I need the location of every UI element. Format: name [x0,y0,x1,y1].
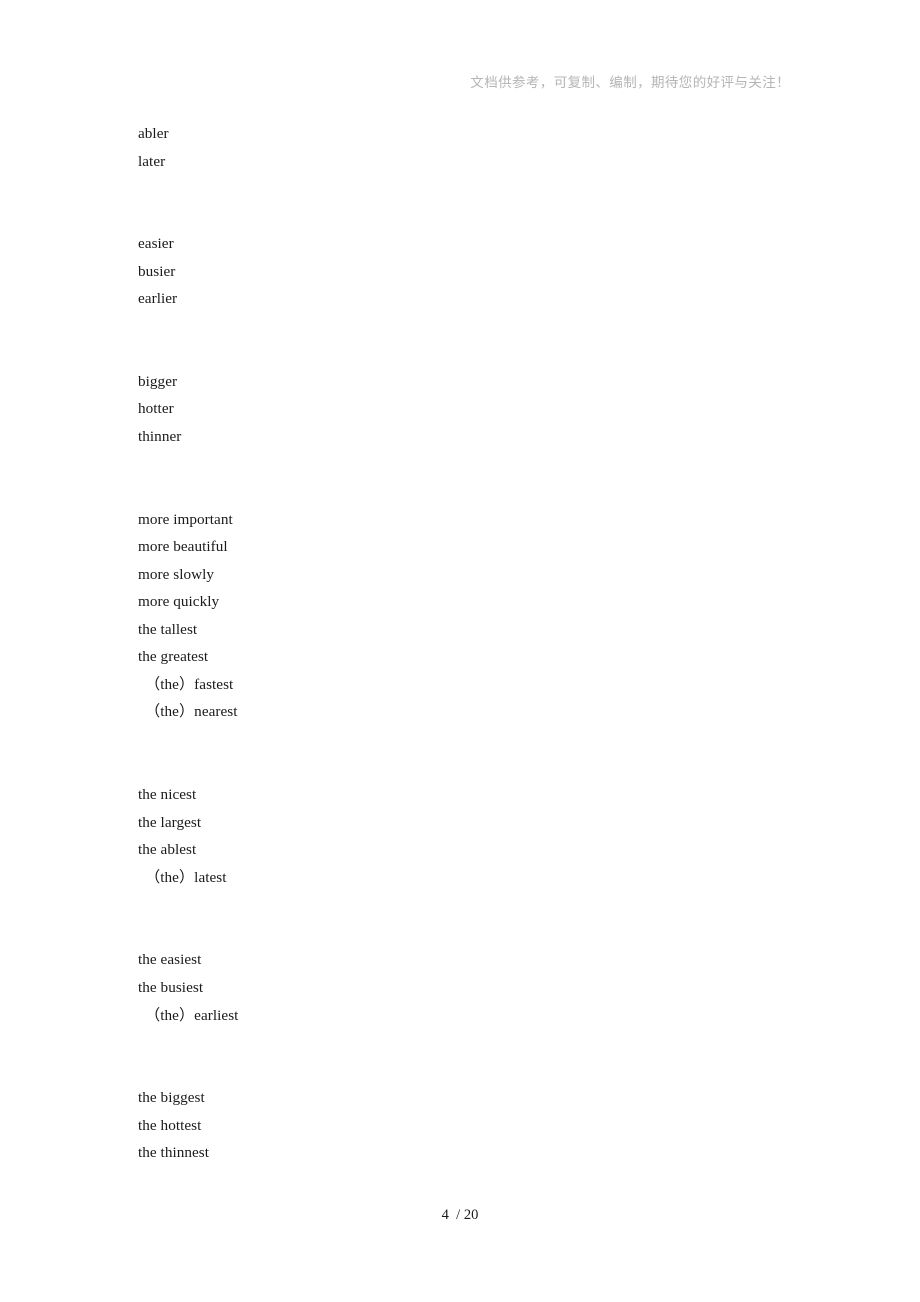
word-group: abler later [138,120,778,175]
document-page: 文档供参考，可复制、编制，期待您的好评与关注！ abler later easier… [0,0,920,1302]
page-number-footer: 4 / 20 [441,1207,479,1223]
text-line: easier [138,235,174,253]
text-line: more quickly [138,593,220,611]
text-line: the ablest [138,841,197,859]
text-line: thinner [138,428,182,446]
text-line: later [138,152,166,170]
text-line: the biggest [138,1089,205,1107]
text-line: the tallest [138,620,198,638]
word-group: bigger hotter thinner [138,368,778,451]
word-group: the biggest the hottest the thinnest [138,1084,778,1167]
text-line: more important [138,510,233,528]
text-line: the busiest [138,978,204,996]
document-header-watermark: 文档供参考，可复制、编制，期待您的好评与关注！ [470,75,790,90]
text-line: abler [138,125,169,142]
word-group: the nicest the largest the ablest （the）late… [138,781,778,891]
word-group: more important more beautiful more slowly m… [138,506,778,726]
text-line: more slowly [138,565,215,583]
text-line: the easiest [138,951,202,969]
text-line: hotter [138,400,174,418]
text-line: the largest [138,813,202,831]
text-line: busier [138,262,176,280]
word-group: easier busier earlier [138,230,778,313]
text-line: bigger [138,372,178,390]
document-body: abler later easier busier earlier bigger hotte… [138,120,778,1167]
text-line: earlier [138,290,178,308]
text-line: （the）nearest [145,703,238,721]
text-line: the thinnest [138,1144,210,1162]
text-line: （the）fastest [145,675,234,693]
word-group: the easiest the busiest （the）earliest [138,946,778,1029]
text-line: （the）earliest [145,1006,239,1024]
text-line: the nicest [138,786,197,804]
text-line: more beautiful [138,538,228,556]
text-line: the hottest [138,1116,202,1134]
text-line: the greatest [138,648,209,666]
text-line: （the）latest [145,868,227,886]
